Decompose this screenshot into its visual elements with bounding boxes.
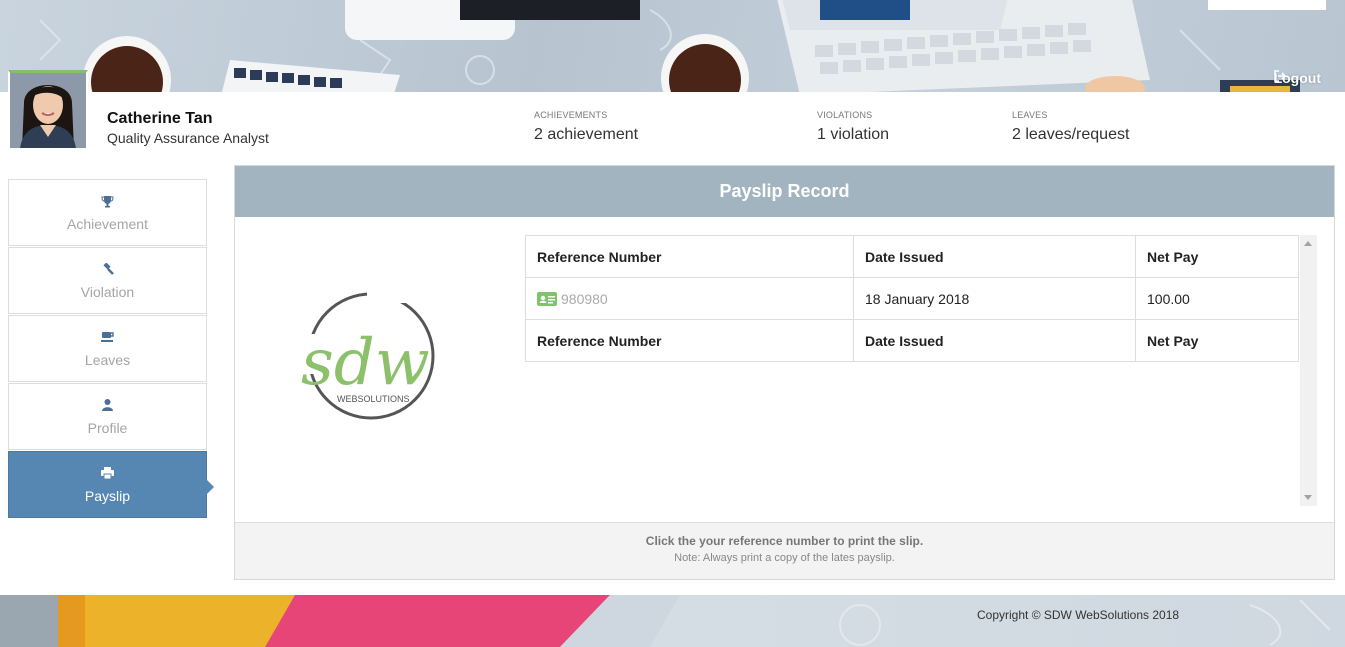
stat-achievements: ACHIEVEMENTS 2 achievement [534,110,638,144]
table-header-row: Reference Number Date Issued Net Pay [525,235,1299,278]
stat-value: 2 achievement [534,126,639,143]
reference-number: 980980 [561,290,608,307]
stat-label: LEAVES [1012,110,1048,120]
column-header: Reference Number [525,235,854,278]
stat-leaves: LEAVES 2 leaves/request [1012,110,1129,144]
user-icon [102,397,113,413]
svg-text:sdw: sdw [301,326,430,400]
column-footer: Net Pay [1135,319,1299,362]
table-footer-row: Reference Number Date Issued Net Pay [525,319,1299,362]
print-icon [101,465,114,481]
sidebar-item-label: Profile [87,420,128,436]
avatar [8,70,88,150]
column-header: Net Pay [1135,235,1299,278]
sidebar-item-profile[interactable]: Profile [8,383,207,450]
sidebar-item-label: Achievement [67,216,148,232]
logout-button[interactable]: Logout [1274,70,1321,86]
sidebar-nav: Achievement Violation Leaves Profile Pay… [8,179,214,519]
id-card-icon [537,291,557,306]
date-issued: 18 January 2018 [853,277,1136,320]
profile-role: Quality Assurance Analyst [107,130,269,146]
print-instruction: Click the your reference number to print… [645,534,924,548]
svg-text:WEBSOLUTIONS: WEBSOLUTIONS [337,394,410,404]
sidebar-item-violation[interactable]: Violation [8,247,207,314]
vertical-scrollbar[interactable] [1300,235,1317,506]
sidebar-item-label: Violation [80,284,135,300]
print-note: Note: Always print a copy of the lates p… [674,552,895,564]
sidebar-item-payslip[interactable]: Payslip [8,451,214,518]
company-logo: sdw WEBSOLUTIONS [297,284,437,429]
panel-title: Payslip Record [719,181,850,201]
column-header: Date Issued [853,235,1136,278]
sidebar-item-label: Leaves [84,352,131,368]
sidebar-item-label: Payslip [84,488,131,504]
reference-number-link[interactable]: 980980 [525,277,854,320]
sign-out-icon [1273,70,1286,82]
payslip-panel: Payslip Record sdw WEBSOLUTIONS Referenc… [234,165,1335,580]
desk-illustration [39,0,1326,92]
column-footer: Date Issued [853,319,1136,362]
scroll-down-arrow-icon[interactable] [1304,495,1312,500]
sidebar-item-achievement[interactable]: Achievement [8,179,207,246]
page-footer: Copyright © SDW WebSolutions 2018 [0,595,1345,647]
payslip-table: Reference Number Date Issued Net Pay 980… [525,235,1299,362]
scroll-up-arrow-icon[interactable] [1304,241,1312,246]
header-banner: Logout [0,0,1345,92]
stat-value: 1 violation [817,126,890,143]
panel-footer: Click the your reference number to print… [235,522,1334,579]
payslip-table-container[interactable]: Reference Number Date Issued Net Pay 980… [525,235,1317,506]
profile-strip: Catherine Tan Quality Assurance Analyst … [0,70,1345,162]
sidebar-item-leaves[interactable]: Leaves [8,315,207,382]
net-pay: 100.00 [1135,277,1299,320]
profile-name: Catherine Tan [107,110,213,127]
trophy-icon [101,193,114,209]
copyright-text: Copyright © SDW WebSolutions 2018 [977,608,1180,622]
coffee-icon [100,329,115,345]
gavel-icon [101,261,115,277]
column-footer: Reference Number [525,319,854,362]
table-row: 980980 18 January 2018 100.00 [525,277,1299,320]
panel-header: Payslip Record [235,166,1334,217]
stat-label: ACHIEVEMENTS [534,110,608,120]
stat-label: VIOLATIONS [817,110,873,120]
stat-value: 2 leaves/request [1012,126,1130,143]
stat-violations: VIOLATIONS 1 violation [817,110,889,144]
